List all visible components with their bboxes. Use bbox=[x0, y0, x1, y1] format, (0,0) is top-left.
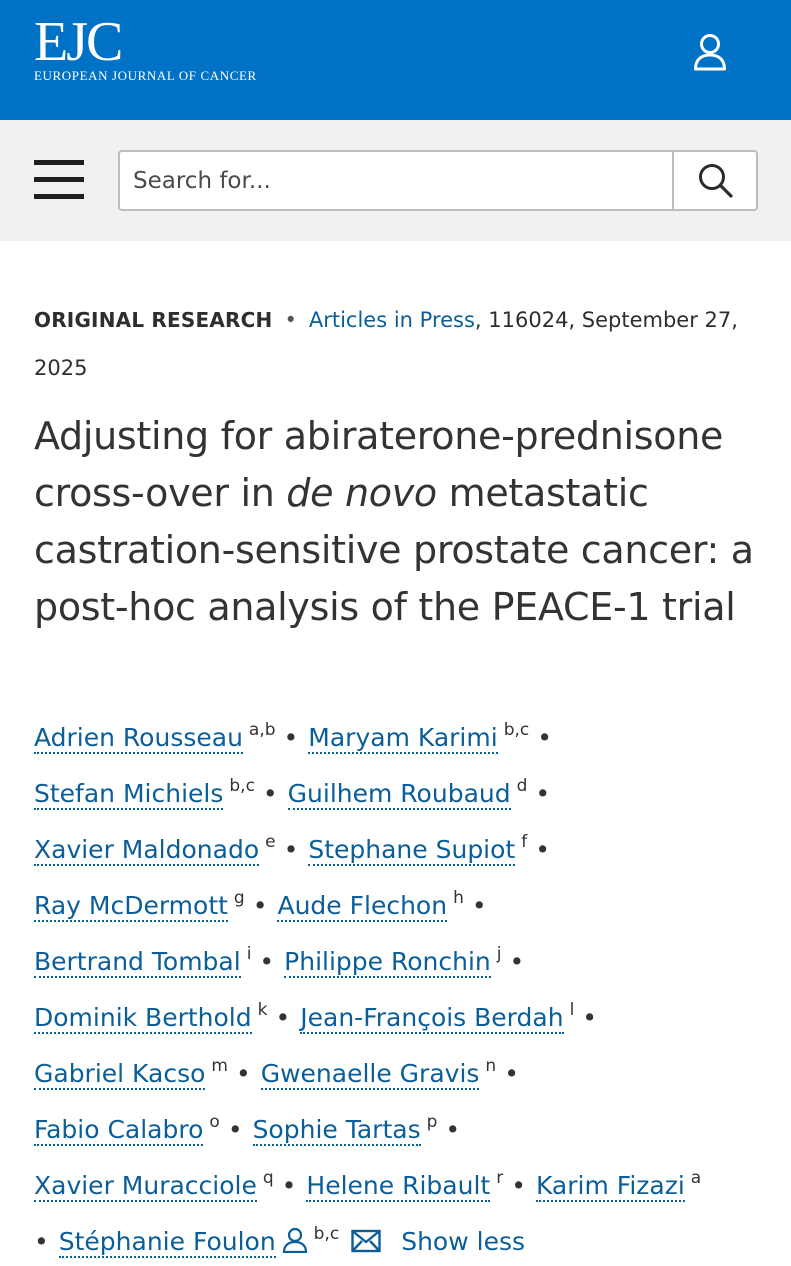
author-name[interactable]: Aude Flechon bbox=[277, 891, 448, 922]
affiliation-marker[interactable]: m bbox=[211, 1056, 228, 1076]
menu-line bbox=[34, 194, 84, 199]
affiliation-marker[interactable]: o bbox=[209, 1112, 219, 1132]
logo-mark: EJC bbox=[34, 11, 123, 73]
author-separator: • bbox=[504, 1059, 519, 1088]
author-separator: • bbox=[259, 947, 275, 976]
author-separator: • bbox=[445, 1115, 461, 1144]
affiliation-marker[interactable]: b,c bbox=[314, 1224, 340, 1244]
affiliation-marker[interactable]: q bbox=[263, 1168, 274, 1188]
author-separator: • bbox=[252, 891, 268, 920]
author-separator: • bbox=[537, 723, 552, 752]
author-name[interactable]: Fabio Calabro bbox=[34, 1115, 204, 1146]
author-separator: • bbox=[471, 891, 487, 920]
author-name[interactable]: Stéphanie Foulon bbox=[58, 1227, 276, 1258]
author-name[interactable]: Gabriel Kacso bbox=[34, 1059, 206, 1090]
author-name[interactable]: Karim Fizazi bbox=[535, 1171, 685, 1202]
affiliation-marker[interactable]: i bbox=[247, 944, 252, 964]
affiliation-marker[interactable]: n bbox=[485, 1056, 496, 1076]
author-name[interactable]: Stefan Michiels bbox=[34, 779, 224, 810]
user-account-button[interactable] bbox=[686, 28, 734, 76]
author-separator: • bbox=[275, 1003, 291, 1032]
user-icon bbox=[694, 34, 726, 71]
menu-button[interactable] bbox=[34, 160, 84, 200]
affiliation-marker[interactable]: r bbox=[496, 1168, 503, 1188]
menu-line bbox=[34, 160, 84, 165]
author-name[interactable]: Stephane Supiot bbox=[308, 835, 516, 866]
author-separator: • bbox=[535, 779, 551, 808]
author-name[interactable]: Gwenaelle Gravis bbox=[260, 1059, 480, 1090]
affiliation-marker[interactable]: d bbox=[517, 776, 528, 796]
author-name[interactable]: Bertrand Tombal bbox=[34, 947, 241, 978]
author-separator: • bbox=[281, 1171, 297, 1200]
affiliation-marker[interactable]: h bbox=[453, 888, 464, 908]
author-name[interactable]: Xavier Muracciole bbox=[34, 1171, 257, 1202]
author-name[interactable]: Dominik Berthold bbox=[34, 1003, 252, 1034]
author-separator: • bbox=[509, 947, 525, 976]
author-name[interactable]: Sophie Tartas bbox=[252, 1115, 421, 1146]
author-separator: • bbox=[34, 1227, 49, 1256]
affiliation-marker[interactable]: g bbox=[234, 888, 245, 908]
logo-text: EUROPEAN JOURNAL OF CANCER bbox=[34, 68, 257, 83]
author-separator: • bbox=[262, 779, 278, 808]
search-button[interactable] bbox=[672, 152, 758, 209]
affiliation-marker[interactable]: a,b bbox=[249, 720, 276, 740]
site-header: EJC EUROPEAN JOURNAL OF CANCER bbox=[0, 0, 791, 120]
article-meta: ORIGINAL RESEARCH • Articles in Press, 116… bbox=[34, 296, 764, 392]
author-list: Adrien Rousseau a,b • Maryam Karimi b,c • Stef… bbox=[34, 706, 774, 1266]
affiliation-marker[interactable]: j bbox=[497, 944, 502, 964]
author-separator: • bbox=[227, 1115, 243, 1144]
journal-logo[interactable]: EJC EUROPEAN JOURNAL OF CANCER bbox=[34, 14, 257, 84]
author-name[interactable]: Xavier Maldonado bbox=[34, 835, 260, 866]
author-name[interactable]: Maryam Karimi bbox=[308, 723, 498, 754]
meta-separator: • bbox=[284, 308, 297, 332]
affiliation-marker[interactable]: b,c bbox=[504, 720, 530, 740]
search-box bbox=[118, 150, 758, 211]
title-italic: de novo bbox=[286, 471, 437, 515]
affiliation-marker[interactable]: a bbox=[691, 1168, 701, 1188]
author-name[interactable]: Philippe Ronchin bbox=[284, 947, 491, 978]
author-separator: • bbox=[283, 723, 299, 752]
author-separator: • bbox=[535, 835, 550, 864]
articles-in-press-link[interactable]: Articles in Press bbox=[309, 308, 475, 332]
author-name[interactable]: Guilhem Roubaud bbox=[287, 779, 511, 810]
affiliation-marker[interactable]: b,c bbox=[229, 776, 255, 796]
author-separator: • bbox=[582, 1003, 598, 1032]
menu-line bbox=[34, 177, 84, 182]
affiliation-marker[interactable]: l bbox=[570, 1000, 575, 1020]
author-name[interactable]: Jean-François Berdah bbox=[300, 1003, 564, 1034]
author-name[interactable]: Ray McDermott bbox=[34, 891, 228, 922]
article-type: ORIGINAL RESEARCH bbox=[34, 308, 273, 332]
author-separator: • bbox=[511, 1171, 526, 1200]
person-icon bbox=[282, 1227, 307, 1253]
affiliation-marker[interactable]: p bbox=[427, 1112, 438, 1132]
show-less-button[interactable]: Show less bbox=[401, 1227, 525, 1256]
search-icon bbox=[699, 163, 733, 198]
author-separator: • bbox=[283, 835, 299, 864]
affiliation-marker[interactable]: e bbox=[265, 832, 275, 852]
author-name[interactable]: Adrien Rousseau bbox=[34, 723, 243, 754]
author-name[interactable]: Helene Ribault bbox=[306, 1171, 491, 1202]
affiliation-marker[interactable]: f bbox=[521, 832, 527, 852]
affiliation-marker[interactable]: k bbox=[258, 1000, 268, 1020]
search-input[interactable] bbox=[120, 152, 672, 209]
author-separator: • bbox=[235, 1059, 251, 1088]
email-icon[interactable] bbox=[351, 1229, 381, 1253]
article-title: Adjusting for abiraterone-prednisone cro… bbox=[34, 408, 754, 636]
